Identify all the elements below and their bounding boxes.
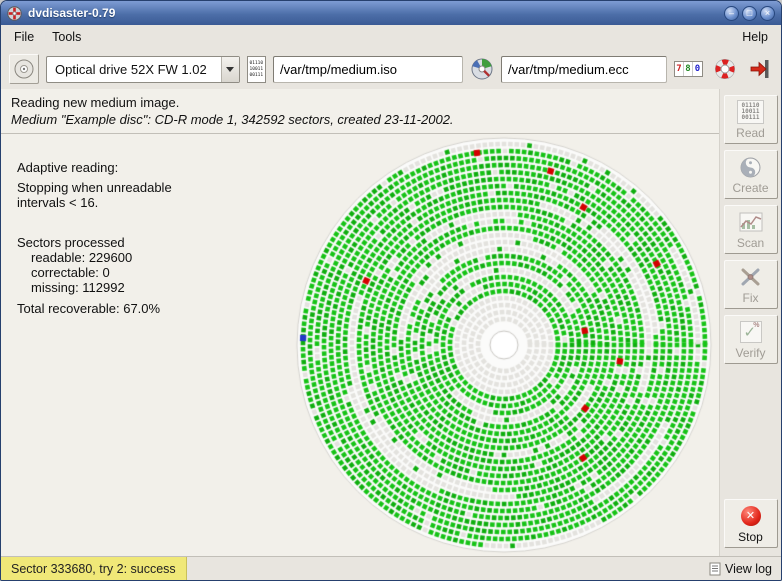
read-button-label: Read: [736, 126, 765, 140]
stop-button[interactable]: ✕ Stop: [724, 499, 778, 548]
statusbar: Sector 333680, try 2: success View log: [1, 556, 781, 580]
readable-count: readable: 229600: [31, 250, 289, 265]
disc-spiral: [294, 135, 714, 555]
maximize-icon[interactable]: □: [742, 6, 757, 21]
scan-button[interactable]: Scan: [724, 205, 778, 254]
tools-fix-icon: [740, 265, 762, 289]
missing-count: missing: 112992: [31, 280, 289, 295]
progress-readout: Adaptive reading: Stopping when unreadab…: [1, 134, 289, 556]
main-panel: Adaptive reading: Stopping when unreadab…: [1, 134, 719, 556]
disc-visualization-area: [289, 134, 719, 556]
preferences-digits-icon: 7 8 0: [674, 61, 703, 77]
binary-read-icon: 01110 10011 00111: [737, 100, 763, 124]
ecc-file-icon: [470, 57, 494, 81]
create-button[interactable]: Create: [724, 150, 778, 199]
create-button-label: Create: [732, 181, 768, 195]
adaptive-reading-line1: Stopping when unreadable: [17, 180, 289, 195]
iso-path-input[interactable]: [273, 56, 463, 83]
content-area: Reading new medium image. Medium "Exampl…: [1, 89, 781, 556]
lifebuoy-icon: [714, 58, 736, 80]
app-window: dvdisaster-0.79 – □ × File Tools Help Op…: [0, 0, 782, 581]
fix-button[interactable]: Fix: [724, 260, 778, 309]
preferences-button[interactable]: 7 8 0: [674, 55, 703, 83]
stop-button-label: Stop: [738, 530, 763, 544]
stop-icon: ✕: [741, 504, 761, 528]
app-icon: [7, 6, 22, 21]
read-button[interactable]: 01110 10011 00111 Read: [724, 95, 778, 144]
chevron-down-icon: [221, 57, 239, 82]
menu-help[interactable]: Help: [733, 27, 777, 47]
minimize-icon[interactable]: –: [724, 6, 739, 21]
log-icon: [709, 562, 721, 576]
toolbar: Optical drive 52X FW 1.02 01110 10011 00…: [1, 49, 781, 89]
menu-file[interactable]: File: [5, 27, 43, 47]
menu-tools[interactable]: Tools: [43, 27, 90, 47]
drive-select[interactable]: Optical drive 52X FW 1.02: [46, 56, 240, 83]
total-recoverable: Total recoverable: 67.0%: [17, 301, 289, 316]
yin-yang-create-icon: [740, 155, 761, 179]
menubar: File Tools Help: [1, 25, 781, 49]
quit-button[interactable]: [747, 55, 773, 83]
scan-button-label: Scan: [737, 236, 764, 250]
drive-select-value: Optical drive 52X FW 1.02: [47, 57, 221, 82]
help-button[interactable]: [712, 55, 738, 83]
view-log-label: View log: [725, 562, 772, 576]
status-line-2: Medium "Example disc": CD-R mode 1, 3425…: [11, 111, 709, 128]
drive-icon-button[interactable]: [9, 54, 39, 84]
fix-button-label: Fix: [743, 291, 759, 305]
adaptive-reading-line2: intervals < 16.: [17, 195, 289, 210]
adaptive-reading-title: Adaptive reading:: [17, 160, 289, 175]
optical-drive-icon: [13, 58, 35, 80]
view-log-button[interactable]: View log: [700, 557, 781, 580]
verify-check-icon: % ✓: [740, 320, 762, 344]
verify-button[interactable]: % ✓ Verify: [724, 315, 778, 364]
status-panel: Reading new medium image. Medium "Exampl…: [1, 89, 719, 134]
ecc-path-input[interactable]: [501, 56, 667, 83]
sectors-processed-title: Sectors processed: [17, 235, 289, 250]
status-line-1: Reading new medium image.: [11, 94, 709, 111]
action-sidebar: 01110 10011 00111 Read Create: [719, 89, 781, 556]
window-title: dvdisaster-0.79: [28, 6, 115, 20]
titlebar[interactable]: dvdisaster-0.79 – □ ×: [1, 1, 781, 25]
status-message: Sector 333680, try 2: success: [1, 557, 187, 580]
scan-chart-icon: [739, 210, 763, 234]
verify-button-label: Verify: [735, 346, 765, 360]
correctable-count: correctable: 0: [31, 265, 289, 280]
exit-arrow-icon: [749, 58, 771, 80]
close-icon[interactable]: ×: [760, 6, 775, 21]
iso-file-icon: 01110 10011 00111: [247, 56, 266, 83]
